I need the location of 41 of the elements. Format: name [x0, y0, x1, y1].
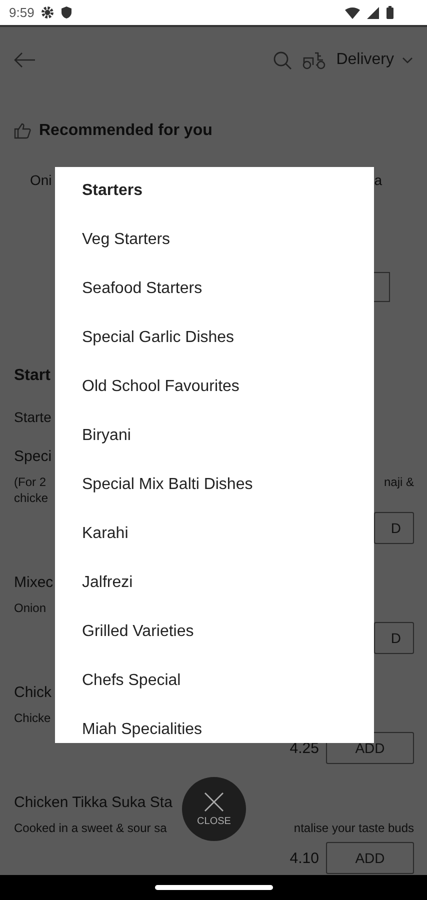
dish-description: ntalise your taste buds	[294, 820, 414, 836]
wifi-icon	[345, 6, 360, 18]
thumbs-up-icon	[14, 122, 31, 139]
dish-description: naji &	[384, 474, 414, 490]
category-heading: Starte	[14, 408, 52, 426]
section-heading: Start	[14, 366, 50, 386]
category-menu-item[interactable]: Karahi	[82, 522, 128, 571]
category-menu-item[interactable]: Special Garlic Dishes	[82, 326, 234, 375]
card-title: a	[374, 171, 382, 190]
category-menu-item[interactable]: Old School Favourites	[82, 375, 240, 424]
section-title: Recommended for you	[39, 121, 212, 141]
card-title: Oni	[30, 171, 52, 190]
scooter-icon	[302, 50, 326, 70]
dish-description: chicke	[14, 490, 48, 506]
category-menu-item[interactable]: Starters	[82, 179, 142, 228]
category-menu-item[interactable]: Chefs Special	[82, 669, 181, 718]
category-menu-item[interactable]: Miah Specialities	[82, 718, 202, 743]
dish-name: Mixec	[14, 573, 54, 593]
category-menu-item[interactable]: Seafood Starters	[82, 277, 202, 326]
category-menu-item[interactable]: Special Mix Balti Dishes	[82, 473, 253, 522]
status-time: 9:59	[9, 5, 34, 20]
dish-name: Chicken Tikka Suka Sta	[14, 793, 172, 813]
dish-name: Speci	[14, 447, 52, 467]
dish-description: Onion	[14, 600, 46, 616]
category-menu-item[interactable]: Grilled Varieties	[82, 620, 194, 669]
dish-name: Chick	[14, 683, 52, 703]
dish-description: (For 2	[14, 474, 46, 490]
signal-icon	[367, 6, 379, 18]
category-menu-item[interactable]: Jalfrezi	[82, 571, 133, 620]
category-menu-item[interactable]: Veg Starters	[82, 228, 170, 277]
shield-icon	[61, 6, 72, 19]
gear-icon	[41, 6, 54, 19]
close-icon	[204, 792, 224, 812]
price: 4.10	[290, 850, 319, 866]
back-arrow-icon[interactable]	[14, 52, 36, 68]
battery-icon	[386, 6, 394, 19]
category-menu-item[interactable]: Biryani	[82, 424, 131, 473]
dish-description: Cooked in a sweet & sour sa	[14, 820, 167, 836]
chevron-down-icon	[402, 56, 413, 64]
dish-description: Chicke	[14, 710, 51, 726]
search-icon[interactable]	[273, 50, 292, 70]
